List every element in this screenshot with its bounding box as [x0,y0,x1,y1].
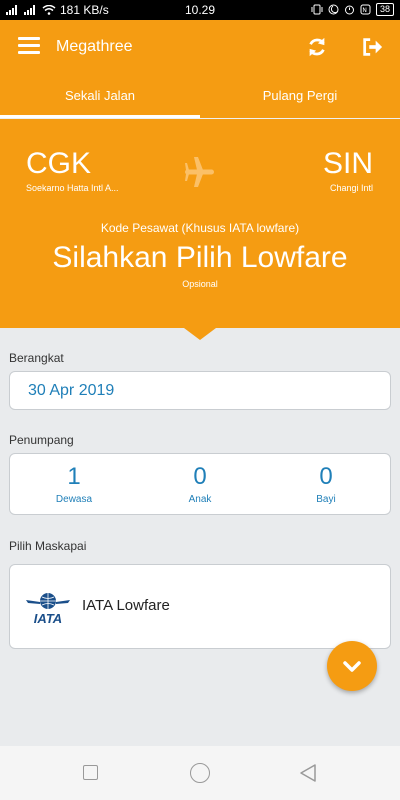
chevron-down-icon [343,661,361,672]
iata-logo: IATA [26,593,70,625]
route-header: CGK Soekarno Hatta Intl A... SIN Changi … [0,119,400,328]
origin-name[interactable]: Soekarno Hatta Intl A... [26,183,119,193]
vibrate-icon [311,4,323,15]
airline-selector[interactable]: IATA IATA Lowfare [9,564,391,649]
infant-count: 0 [319,463,333,490]
app-title: Megathree [56,38,133,55]
tab-pulang-pergi[interactable]: Pulang Pergi [200,76,400,118]
passenger-infant[interactable]: 0 Bayi [276,463,376,505]
airplane-icon [185,157,214,187]
logout-icon[interactable] [361,36,383,58]
nfc-icon: N [360,4,371,15]
departure-date-field[interactable]: 30 Apr 2019 [9,371,391,410]
adult-label: Dewasa [55,494,93,505]
refresh-icon[interactable] [306,36,328,58]
passenger-adult[interactable]: 1 Dewasa [24,463,124,505]
departure-date-value: 30 Apr 2019 [28,382,115,399]
adult-count: 1 [67,463,81,490]
origin-code[interactable]: CGK [26,147,91,181]
header-notch [184,328,216,340]
svg-text:N: N [362,7,367,14]
alarm-icon [344,5,354,15]
status-right: N 38 [311,3,394,16]
system-nav-bar [0,746,400,800]
destination-code[interactable]: SIN [323,147,373,181]
destination-name[interactable]: Changi Intl [330,183,373,193]
iata-logo-text: IATA [34,611,62,625]
tab-sekali-jalan[interactable]: Sekali Jalan [0,76,200,118]
moon-icon [328,4,339,15]
menu-icon[interactable] [18,37,40,57]
recents-button[interactable] [83,765,98,780]
passenger-child[interactable]: 0 Anak [150,463,250,505]
infant-label: Bayi [316,494,336,505]
child-label: Anak [188,494,212,505]
airline-label: Pilih Maskapai [9,539,87,553]
passengers-field[interactable]: 1 Dewasa 0 Anak 0 Bayi [9,453,391,515]
passengers-label: Penumpang [9,433,74,447]
trip-type-tabs: Sekali Jalan Pulang Pergi [0,76,400,118]
airline-name: IATA Lowfare [82,597,170,614]
departure-label: Berangkat [9,351,64,365]
status-bar: 181 KB/s 10.29 N 38 [0,0,400,20]
flight-code-hint: Opsional [182,279,218,289]
home-button[interactable] [190,763,210,783]
flight-code-selector[interactable]: Silahkan Pilih Lowfare [0,241,400,275]
expand-button[interactable] [327,641,377,691]
back-button[interactable] [298,763,318,783]
battery-icon: 38 [375,3,394,16]
app-bar: Megathree [0,20,400,76]
child-count: 0 [193,463,207,490]
flight-code-label: Kode Pesawat (Khusus IATA lowfare) [100,221,300,235]
